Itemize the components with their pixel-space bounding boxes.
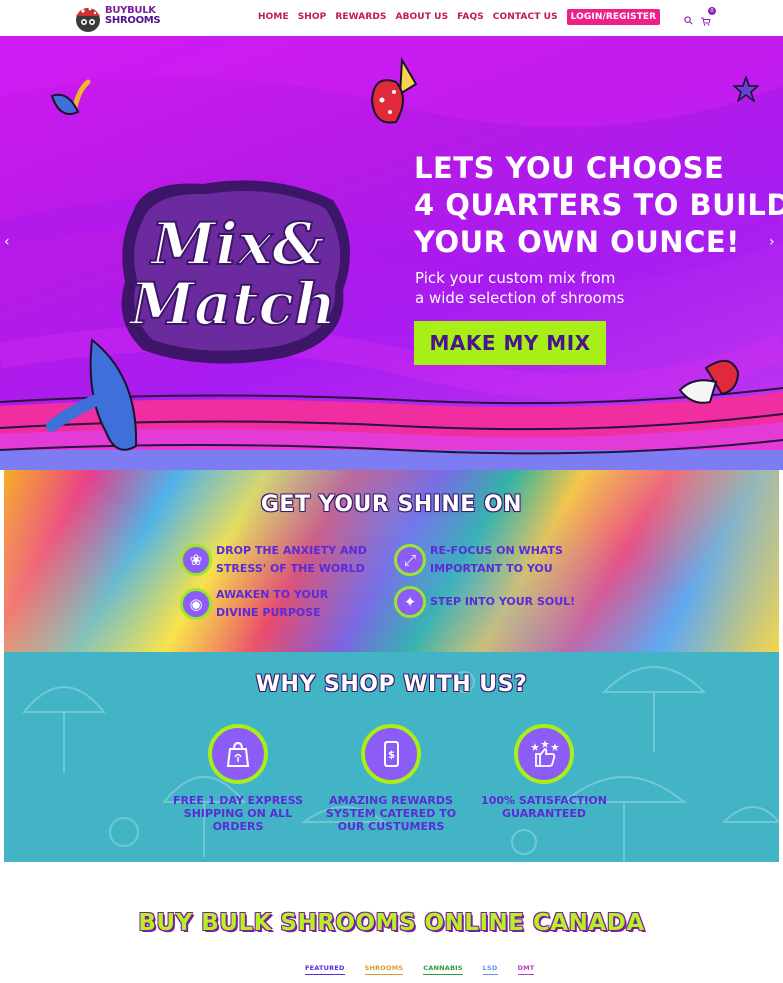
benefit-item: ◉ AWAKEN TO YOUR DIVINE PURPOSE xyxy=(180,586,376,622)
benefit-line: IMPORTANT TO YOU xyxy=(430,562,553,575)
feature-item: $ AMAZING REWARDS SYSTEM CATERED TO OUR … xyxy=(316,724,466,833)
hero-heading-line: 4 QUARTERS TO BUILD xyxy=(414,188,783,222)
lotus-icon: ❀ xyxy=(180,544,212,576)
feature-line: SHIPPING ON ALL xyxy=(183,807,293,820)
logo-wordmark: BUYBULK SHROOMS xyxy=(105,6,161,26)
chevron-left-icon[interactable]: ‹ xyxy=(4,234,10,250)
why-shop-title: WHY SHOP WITH US? xyxy=(255,672,528,697)
cart-icon xyxy=(701,17,711,26)
tab-lsd[interactable]: LSD xyxy=(482,964,498,975)
hero-subtext: Pick your custom mix from a wide selecti… xyxy=(415,268,715,308)
tab-cannabis[interactable]: CANNABIS xyxy=(423,964,463,975)
benefit-line: RE-FOCUS ON WHATS xyxy=(430,544,563,557)
thumbs-up-stars-icon xyxy=(514,724,574,784)
phone-dollar-icon: $ xyxy=(361,724,421,784)
white-mushroom-icon xyxy=(678,360,740,404)
tab-shrooms[interactable]: SHROOMS xyxy=(364,964,404,975)
hero-slider: Mix& Match LETS YOU CHOOSE 4 QUARTERS TO… xyxy=(0,36,783,470)
logo-line2: SHROOMS xyxy=(105,15,161,26)
benefit-text: AWAKEN TO YOUR DIVINE PURPOSE xyxy=(216,586,376,622)
benefit-text: STEP INTO YOUR SOUL! xyxy=(430,593,590,611)
hero-heading-line: LETS YOU CHOOSE xyxy=(414,151,725,185)
why-shop-section: WHY SHOP WITH US? FREE 1 DAY EXPRESS SHI… xyxy=(4,652,779,862)
star-icon xyxy=(733,76,759,102)
mushroom-logo-icon xyxy=(76,7,100,32)
category-tabs: FEATURED SHROOMS CANNABIS LSD DMT xyxy=(305,964,535,975)
search-icon[interactable] xyxy=(684,16,693,25)
benefit-text: DROP THE ANXIETY AND STRESS' OF THE WORL… xyxy=(216,542,376,578)
hero-subtext-line: Pick your custom mix from xyxy=(415,269,616,287)
feature-text: AMAZING REWARDS SYSTEM CATERED TO OUR CU… xyxy=(316,794,466,833)
shine-title: GET YOUR SHINE ON xyxy=(260,492,523,517)
nav-contact-us[interactable]: CONTACT US xyxy=(493,12,558,22)
feature-line: SYSTEM CATERED TO xyxy=(325,807,457,820)
nav-home[interactable]: HOME xyxy=(258,12,289,22)
chevron-right-icon[interactable]: › xyxy=(769,234,775,250)
benefit-line: AWAKEN TO YOUR xyxy=(216,588,329,601)
eye-icon: ◉ xyxy=(180,588,212,620)
benefit-line: DROP THE ANXIETY AND xyxy=(216,544,367,557)
feature-line: ORDERS xyxy=(212,820,264,833)
feature-text: 100% SATISFACTION GUARANTEED xyxy=(469,794,619,820)
feature-line: FREE 1 DAY EXPRESS xyxy=(172,794,304,807)
mix-logo-line2: Match xyxy=(128,270,336,338)
blue-mushroom-icon xyxy=(50,79,91,115)
sparkle-icon: ✦ xyxy=(394,586,426,618)
feature-line: 100% SATISFACTION xyxy=(481,794,607,807)
feature-line: AMAZING REWARDS xyxy=(329,794,453,807)
focus-arrows-icon: ⤢ xyxy=(394,544,426,576)
feature-item: FREE 1 DAY EXPRESS SHIPPING ON ALL ORDER… xyxy=(163,724,313,833)
benefit-item: ❀ DROP THE ANXIETY AND STRESS' OF THE WO… xyxy=(180,542,376,578)
section-title-buy-bulk: BUY BULK SHROOMS ONLINE CANADA xyxy=(138,910,645,936)
hero-heading: LETS YOU CHOOSE 4 QUARTERS TO BUILD YOUR… xyxy=(414,150,783,261)
cart-count-badge: 0 xyxy=(708,7,716,15)
site-header: BUYBULK SHROOMS HOME SHOP REWARDS ABOUT … xyxy=(0,0,783,36)
benefit-item: ⤢ RE-FOCUS ON WHATS IMPORTANT TO YOU xyxy=(394,542,590,578)
svg-text:$: $ xyxy=(388,750,395,761)
site-logo[interactable]: BUYBULK SHROOMS xyxy=(72,2,162,34)
feature-item: 100% SATISFACTION GUARANTEED xyxy=(469,724,619,820)
cart-button[interactable]: 0 xyxy=(701,7,716,30)
benefit-item: ✦ STEP INTO YOUR SOUL! xyxy=(394,586,590,618)
benefit-line: STEP INTO YOUR SOUL! xyxy=(430,595,576,608)
main-nav: HOME SHOP REWARDS ABOUT US FAQS CONTACT … xyxy=(258,9,661,25)
header-icons: 0 xyxy=(684,7,716,30)
mix-logo-line1: Mix& xyxy=(149,210,324,278)
make-my-mix-button[interactable]: MAKE MY MIX xyxy=(414,321,606,365)
feature-line: GUARANTEED xyxy=(502,807,586,820)
tab-featured[interactable]: FEATURED xyxy=(305,964,345,975)
benefit-line: DIVINE PURPOSE xyxy=(216,606,321,619)
feature-line: OUR CUSTUMERS xyxy=(337,820,445,833)
tab-dmt[interactable]: DMT xyxy=(517,964,535,975)
feature-text: FREE 1 DAY EXPRESS SHIPPING ON ALL ORDER… xyxy=(163,794,313,833)
nav-shop[interactable]: SHOP xyxy=(298,12,327,22)
shine-section: GET YOUR SHINE ON ❀ DROP THE ANXIETY AND… xyxy=(4,470,779,652)
benefit-line: STRESS' OF THE WORLD xyxy=(216,562,365,575)
hero-heading-line: YOUR OWN OUNCE! xyxy=(414,225,740,259)
nav-faqs[interactable]: FAQS xyxy=(457,12,484,22)
login-register-button[interactable]: LOGIN/REGISTER xyxy=(566,9,661,25)
hero-subtext-line: a wide selection of shrooms xyxy=(415,289,625,307)
nav-about-us[interactable]: ABOUT US xyxy=(396,12,449,22)
nav-rewards[interactable]: REWARDS xyxy=(335,12,386,22)
shipping-bag-icon xyxy=(208,724,268,784)
benefit-text: RE-FOCUS ON WHATS IMPORTANT TO YOU xyxy=(430,542,590,578)
mix-and-match-logo: Mix& Match xyxy=(121,180,351,364)
red-mushroom-icon xyxy=(370,56,418,124)
